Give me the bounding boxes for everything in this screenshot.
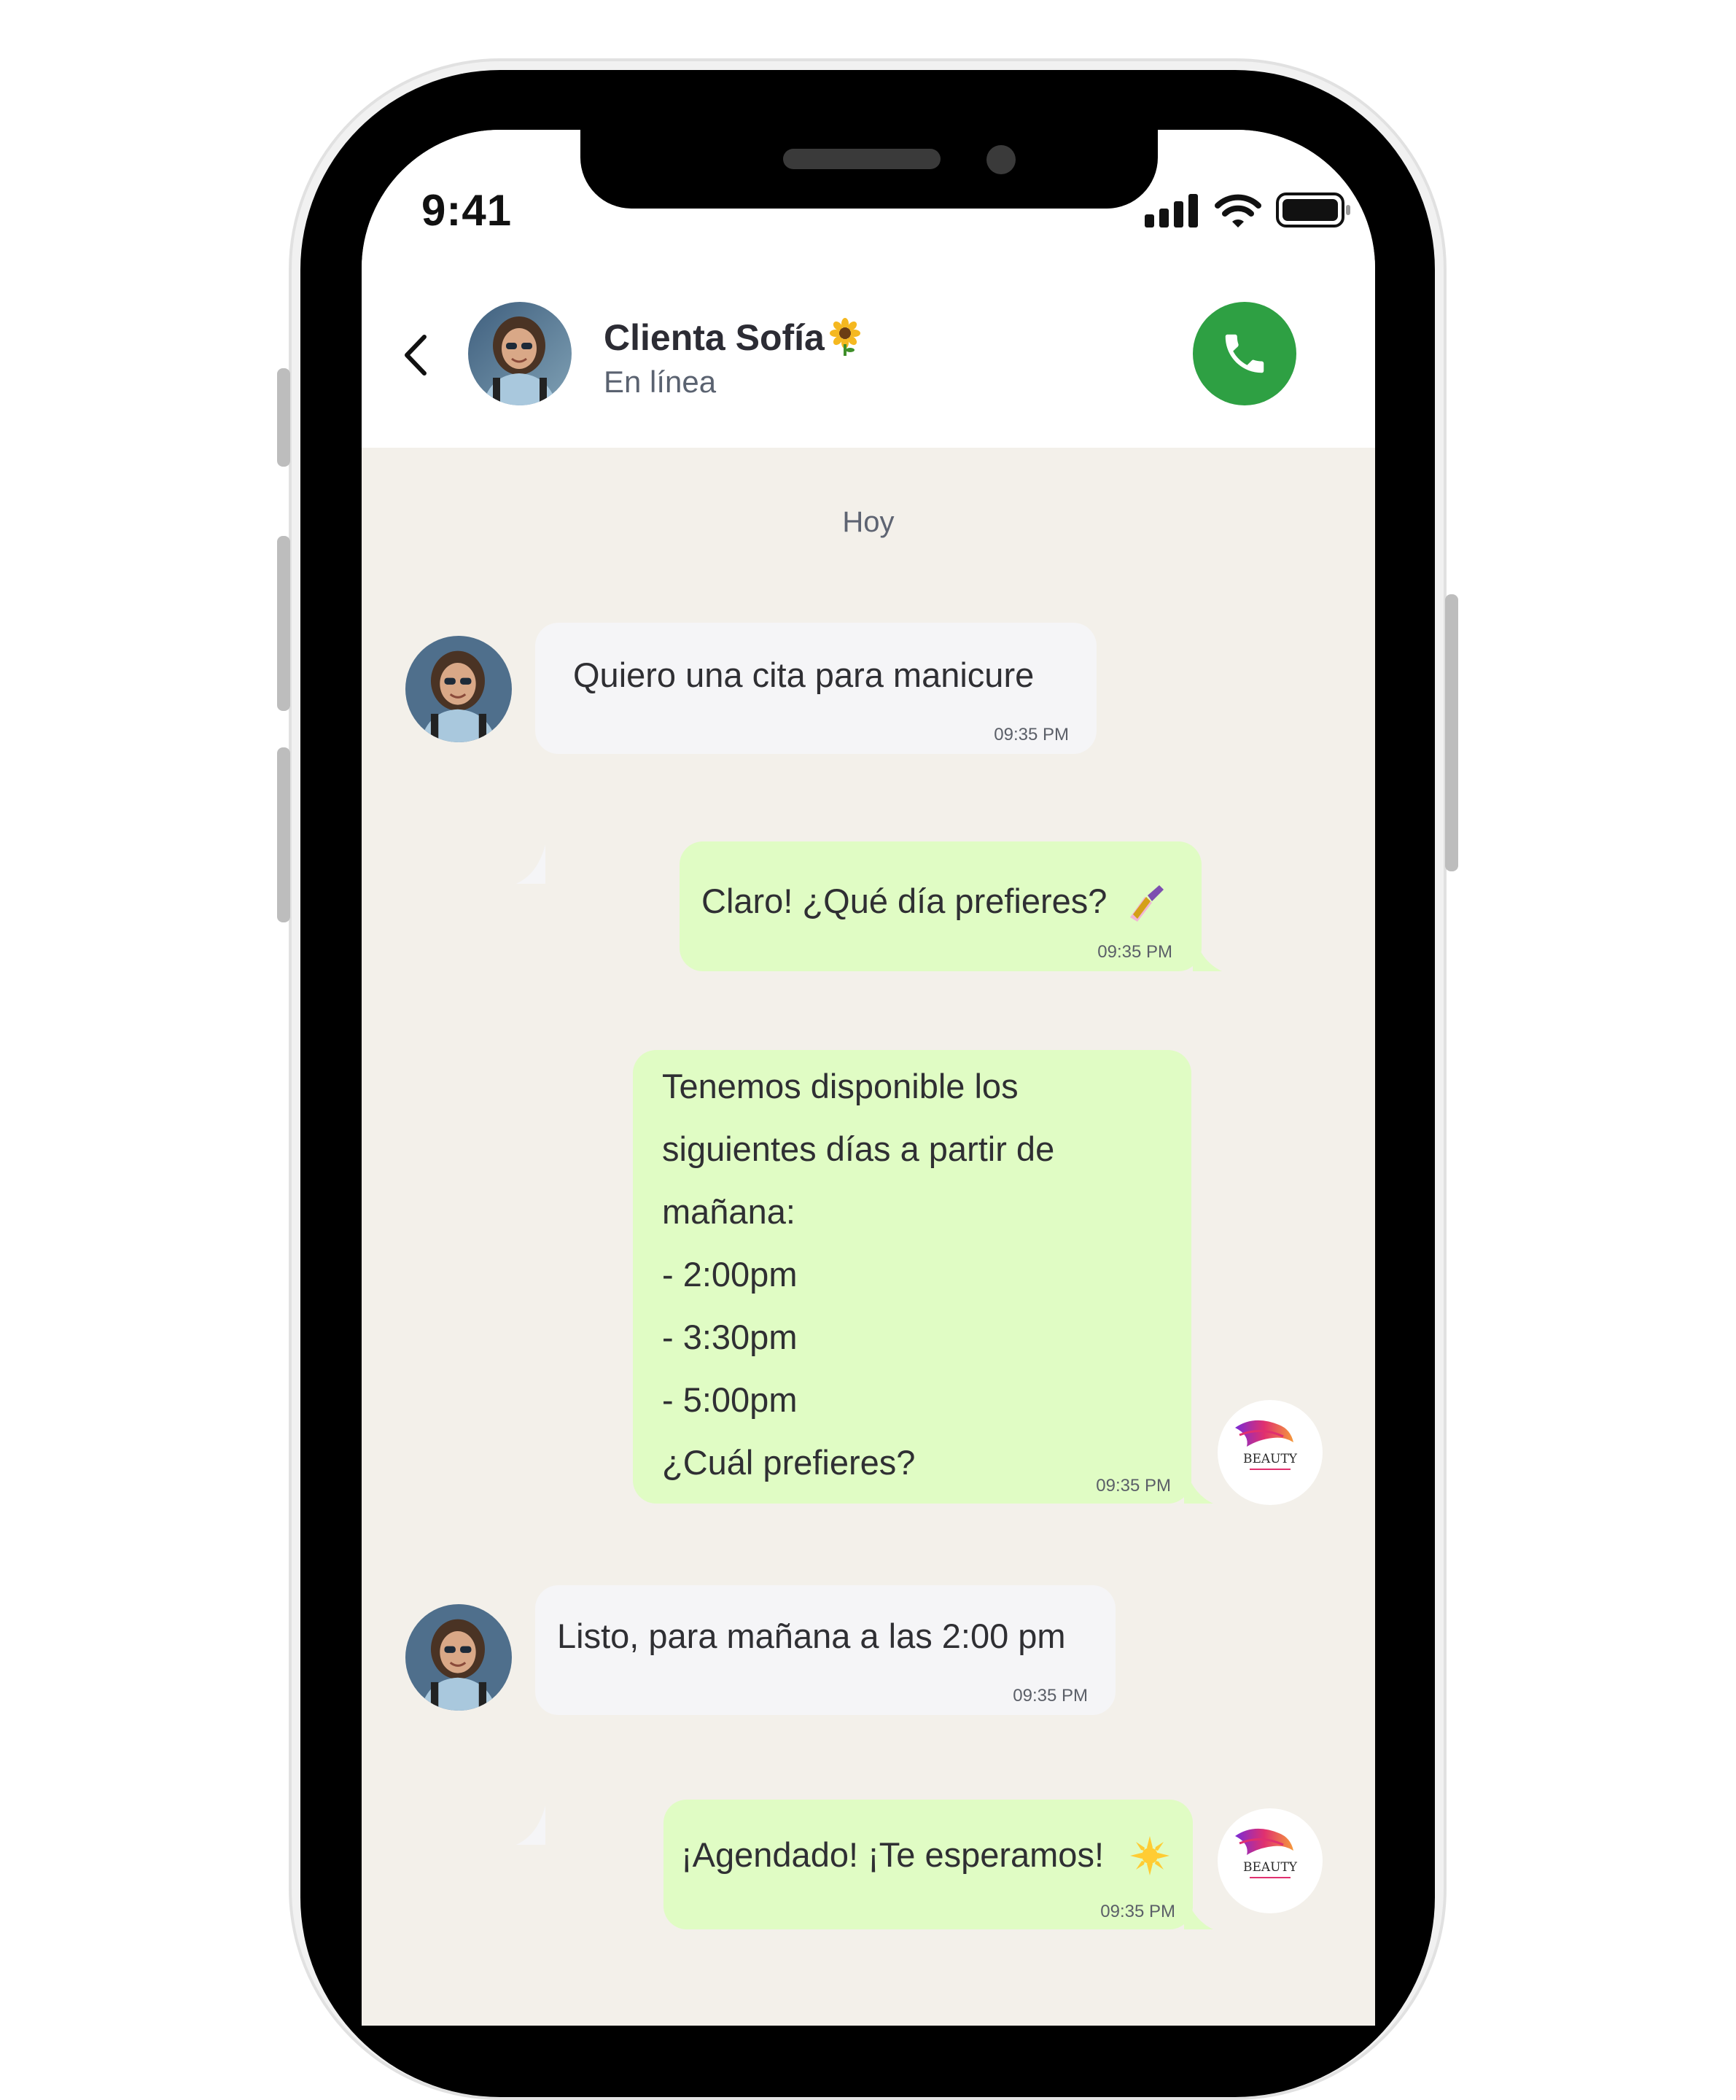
message-bubble[interactable]: Claro! ¿Qué día prefieres? 09:35 PM	[680, 841, 1202, 971]
svg-text:BEAUTY: BEAUTY	[1243, 1452, 1298, 1466]
message-bubble[interactable]: Quiero una cita para manicure 09:35 PM	[535, 623, 1097, 754]
message-line: - 2:00pm	[662, 1255, 798, 1294]
sender-avatar	[405, 1604, 512, 1711]
battery-icon	[1276, 192, 1350, 228]
beauty-logo-icon: BEAUTY	[1235, 1420, 1298, 1470]
bubble-tail	[1193, 932, 1222, 971]
message-bubble[interactable]: Listo, para mañana a las 2:00 pm 09:35 P…	[535, 1585, 1116, 1715]
volume-up-button	[277, 536, 290, 711]
status-time: 9:41	[421, 186, 513, 235]
message-time: 09:35 PM	[1096, 1476, 1171, 1496]
day-divider: Hoy	[842, 506, 895, 538]
nail-polish-icon	[1130, 885, 1164, 922]
business-logo-avatar: BEAUTY	[1218, 1400, 1323, 1505]
bubble-tail	[516, 844, 545, 884]
contact-name: Clienta Sofía	[604, 317, 825, 358]
business-logo-avatar: BEAUTY	[1218, 1808, 1323, 1913]
back-chevron-icon[interactable]	[400, 332, 432, 378]
message-text: Claro! ¿Qué día prefieres?	[701, 882, 1108, 920]
volume-down-button	[277, 747, 290, 922]
signal-bars-icon	[1145, 194, 1198, 228]
message-time: 09:35 PM	[1100, 1902, 1175, 1921]
speaker-grille	[783, 149, 941, 169]
power-button	[1445, 594, 1458, 871]
phone-icon	[1225, 334, 1264, 373]
message-text: Listo, para mañana a las 2:00 pm	[557, 1617, 1066, 1655]
message-line: ¿Cuál prefieres?	[662, 1443, 916, 1482]
svg-text:BEAUTY: BEAUTY	[1243, 1860, 1298, 1875]
front-camera	[986, 145, 1016, 174]
phone-screen: 9:41 Clienta Sofía En línea Hoy Quiero u…	[362, 130, 1375, 2026]
person-photo-icon	[468, 302, 572, 405]
bubble-tail	[1184, 1890, 1213, 1929]
message-text: ¡Agendado! ¡Te esperamos!	[681, 1835, 1104, 1874]
sunflower-icon	[830, 318, 860, 356]
message-line: - 3:30pm	[662, 1318, 798, 1356]
beauty-logo-icon: BEAUTY	[1235, 1828, 1298, 1878]
message-time: 09:35 PM	[1013, 1686, 1088, 1706]
phone-notch	[580, 121, 1158, 209]
bubble-tail	[516, 1805, 545, 1845]
bubble-tail	[1184, 1464, 1213, 1504]
sender-avatar	[405, 636, 512, 742]
contact-avatar[interactable]	[468, 302, 572, 405]
message-time: 09:35 PM	[1097, 942, 1172, 962]
mute-switch	[277, 368, 290, 467]
person-photo-icon	[405, 1604, 512, 1711]
call-button[interactable]	[1193, 302, 1296, 405]
message-line: Tenemos disponible los	[662, 1067, 1019, 1105]
message-bubble[interactable]: ¡Agendado! ¡Te esperamos! 09:35 PM	[663, 1800, 1193, 1929]
message-time: 09:35 PM	[994, 725, 1069, 744]
person-photo-icon	[405, 636, 512, 742]
message-bubble[interactable]: Tenemos disponible los siguientes días a…	[633, 1050, 1191, 1504]
message-text: Quiero una cita para manicure	[573, 656, 1035, 694]
wifi-icon	[1215, 194, 1261, 228]
message-line: mañana:	[662, 1192, 795, 1231]
message-line: - 5:00pm	[662, 1380, 798, 1419]
sun-icon	[1130, 1836, 1169, 1875]
message-line: siguientes días a partir de	[662, 1129, 1055, 1168]
contact-status: En línea	[604, 365, 717, 399]
